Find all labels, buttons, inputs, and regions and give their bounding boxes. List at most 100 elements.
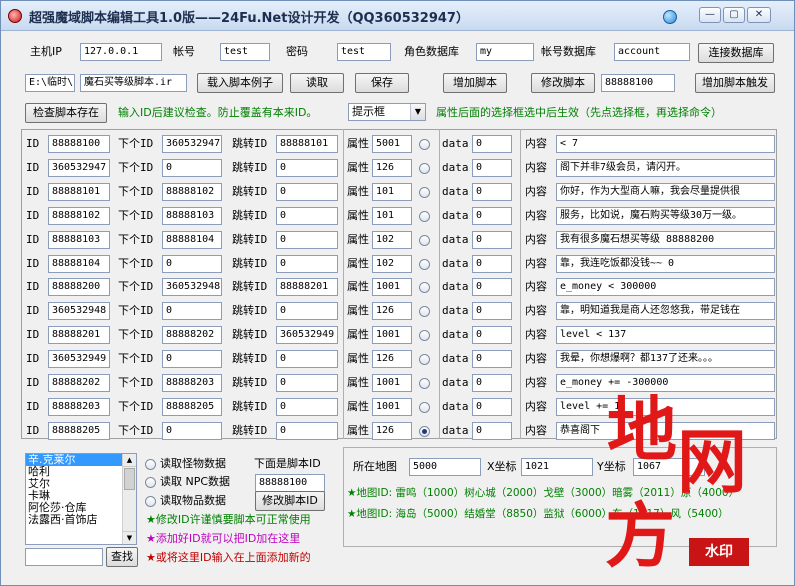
row-id-input[interactable]: 360532949	[48, 350, 110, 369]
row-jump-id-input[interactable]: 0	[276, 350, 338, 369]
row-next-id-input[interactable]: 88888203	[162, 374, 222, 392]
row-id-input[interactable]: 88888102	[48, 206, 110, 225]
row-jump-id-input[interactable]: 0	[276, 302, 338, 321]
row-content-input[interactable]: 我有很多魔石想买等级 88888200	[556, 230, 775, 249]
row-id-input[interactable]: 360532948	[48, 302, 110, 321]
row-attr-radio[interactable]	[419, 210, 430, 222]
row-data-input[interactable]: 0	[472, 158, 512, 177]
find-input[interactable]	[25, 548, 103, 566]
row-data-input[interactable]: 0	[472, 374, 512, 392]
row-next-id-input[interactable]: 0	[162, 302, 222, 321]
row-id-input[interactable]: 88888104	[48, 254, 110, 273]
row-content-input[interactable]: 我晕，你想爆啊？都137了还来。。。	[556, 350, 775, 369]
row-next-id-input[interactable]: 88888202	[162, 326, 222, 345]
row-content-input[interactable]: 靠，我连吃饭都没钱~~ 0	[556, 254, 775, 273]
row-attr-input[interactable]: 126	[372, 350, 412, 369]
row-jump-id-input[interactable]: 88888101	[276, 135, 338, 153]
script-name-input[interactable]: 魔石买等级脚本.ir	[80, 74, 187, 92]
row-next-id-input[interactable]: 360532947	[162, 135, 222, 153]
row-content-input[interactable]: level < 137	[556, 326, 775, 345]
npc-list-item[interactable]: 法露西·首饰店	[26, 514, 136, 526]
row-attr-input[interactable]: 126	[372, 421, 412, 440]
row-attr-radio[interactable]	[419, 186, 430, 198]
radio-item[interactable]	[145, 496, 156, 507]
row-jump-id-input[interactable]: 88888201	[276, 278, 338, 297]
row-id-input[interactable]: 88888202	[48, 374, 110, 392]
add-script-button[interactable]: 增加脚本	[443, 73, 507, 93]
modify-id-button[interactable]: 修改脚本ID	[255, 491, 325, 511]
row-attr-input[interactable]: 102	[372, 230, 412, 249]
row-attr-radio[interactable]	[419, 401, 430, 413]
row-data-input[interactable]: 0	[472, 326, 512, 345]
row-attr-radio[interactable]	[419, 234, 430, 246]
row-id-input[interactable]: 88888103	[48, 230, 110, 249]
row-content-input[interactable]: < 7	[556, 135, 775, 153]
row-data-input[interactable]: 0	[472, 397, 512, 416]
row-content-input[interactable]: 阁下并非7级会员，请闪开。	[556, 158, 775, 177]
find-button[interactable]: 查找	[106, 547, 138, 567]
connect-db-button[interactable]: 连接数据库	[698, 43, 774, 63]
script-id-input[interactable]: 88888100	[255, 474, 325, 492]
modify-script-button[interactable]: 修改脚本	[531, 73, 595, 93]
help-icon[interactable]	[663, 10, 677, 24]
row-next-id-input[interactable]: 0	[162, 350, 222, 369]
row-data-input[interactable]: 0	[472, 230, 512, 249]
row-content-input[interactable]: 你好，作为大型商人嘛，我会尽量提供很	[556, 182, 775, 201]
row-attr-input[interactable]: 1001	[372, 326, 412, 345]
row-id-input[interactable]: 88888203	[48, 397, 110, 416]
row-id-input[interactable]: 88888200	[48, 278, 110, 297]
row-attr-input[interactable]: 1001	[372, 374, 412, 392]
row-id-input[interactable]: 88888101	[48, 182, 110, 201]
row-attr-input[interactable]: 101	[372, 182, 412, 201]
row-id-input[interactable]: 88888205	[48, 421, 110, 440]
row-jump-id-input[interactable]: 0	[276, 230, 338, 249]
save-button[interactable]: 保存	[355, 73, 409, 93]
row-jump-id-input[interactable]: 0	[276, 254, 338, 273]
scroll-up-icon[interactable]: ▲	[123, 454, 136, 467]
row-next-id-input[interactable]: 88888103	[162, 206, 222, 225]
map-input[interactable]: 5000	[409, 458, 481, 476]
row-next-id-input[interactable]: 0	[162, 421, 222, 440]
row-data-input[interactable]: 0	[472, 182, 512, 201]
minimize-button[interactable]: —	[699, 7, 721, 23]
load-example-button[interactable]: 载入脚本例子	[197, 73, 283, 93]
row-attr-radio[interactable]	[419, 162, 430, 174]
row-attr-input[interactable]: 1001	[372, 397, 412, 416]
row-next-id-input[interactable]: 0	[162, 254, 222, 273]
close-button[interactable]: ✕	[747, 7, 771, 23]
row-jump-id-input[interactable]: 0	[276, 374, 338, 392]
row-id-input[interactable]: 88888100	[48, 135, 110, 153]
row-next-id-input[interactable]: 88888205	[162, 397, 222, 416]
row-data-input[interactable]: 0	[472, 254, 512, 273]
title-bar[interactable]: 超强魔域脚本编辑工具1.0版——24Fu.Net设计开发（QQ360532947…	[1, 1, 794, 31]
row-jump-id-input[interactable]: 360532949	[276, 326, 338, 345]
row-data-input[interactable]: 0	[472, 350, 512, 369]
listbox-scrollbar[interactable]: ▲ ▼	[122, 454, 136, 544]
radio-npc[interactable]	[145, 477, 156, 488]
trigger-id-input[interactable]: 88888100	[601, 74, 675, 92]
maximize-button[interactable]: ▢	[723, 7, 745, 23]
row-attr-input[interactable]: 1001	[372, 278, 412, 297]
pass-input[interactable]: test	[337, 43, 391, 61]
host-input[interactable]: 127.0.0.1	[80, 43, 162, 61]
row-content-input[interactable]: 靠，明知道我是商人还忽悠我，带足钱在	[556, 302, 775, 321]
radio-monster[interactable]	[145, 459, 156, 470]
command-dropdown[interactable]: 提示框 ▼	[348, 103, 426, 121]
acctdb-input[interactable]: account	[614, 43, 690, 61]
npc-listbox[interactable]: 辛.克莱尔 哈利 艾尔 卡琳 阿伦莎·仓库 法露西·首饰店 ▲ ▼	[25, 453, 137, 545]
user-input[interactable]: test	[220, 43, 270, 61]
roledb-input[interactable]: my	[476, 43, 534, 61]
row-data-input[interactable]: 0	[472, 135, 512, 153]
row-attr-input[interactable]: 101	[372, 206, 412, 225]
row-jump-id-input[interactable]: 0	[276, 182, 338, 201]
scroll-down-icon[interactable]: ▼	[123, 531, 136, 544]
row-jump-id-input[interactable]: 0	[276, 206, 338, 225]
row-next-id-input[interactable]: 88888104	[162, 230, 222, 249]
row-jump-id-input[interactable]: 0	[276, 397, 338, 416]
row-data-input[interactable]: 0	[472, 278, 512, 297]
row-attr-input[interactable]: 5001	[372, 135, 412, 153]
row-attr-radio[interactable]	[419, 139, 430, 150]
row-content-input[interactable]: 服务，比如说，魔石购买等级30万一级。	[556, 206, 775, 225]
add-trigger-button[interactable]: 增加脚本触发	[695, 73, 775, 93]
row-attr-radio[interactable]	[419, 258, 430, 270]
